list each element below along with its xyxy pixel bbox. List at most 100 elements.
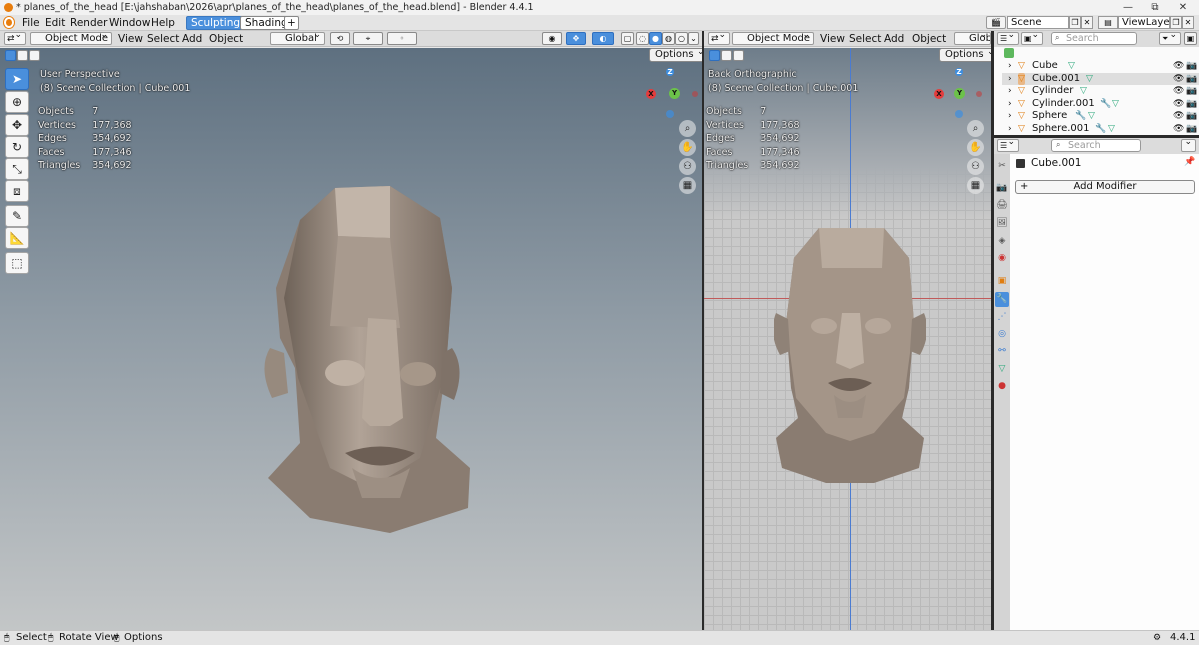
outliner-search-input[interactable]: Search [1051, 32, 1137, 45]
outliner-item-cube-001[interactable]: › ▽ Cube.001 ▽ 👁 📷 [1002, 72, 1199, 86]
zoom-icon[interactable]: ⌕ [679, 120, 696, 137]
neg-x-axis-handle[interactable] [692, 91, 698, 97]
view-layer-tab-icon[interactable]: 🖼 [995, 216, 1009, 231]
x-axis-handle[interactable]: X [646, 89, 656, 99]
viewport-menu-select[interactable]: Select [849, 32, 881, 46]
delete-scene-icon[interactable]: ✕ [1081, 16, 1093, 29]
move-tool-icon[interactable]: ✥ [5, 114, 29, 136]
z-axis-handle[interactable]: Z [955, 68, 963, 76]
tool-tab-icon[interactable]: ✂ [995, 159, 1009, 174]
expand-arrow-icon[interactable]: › [1008, 110, 1012, 123]
outliner-item-cylinder-001[interactable]: › ▽ Cylinder.001 🔧 ▽ 👁 📷 [1002, 98, 1199, 111]
expand-arrow-icon[interactable]: › [1008, 73, 1012, 86]
visibility-eye-icon[interactable]: 👁 [1173, 85, 1184, 98]
measure-tool-icon[interactable]: 📐 [5, 227, 29, 249]
gizmo-toggle-icon[interactable]: ✥ [566, 32, 586, 45]
select-tool-icon[interactable]: ➤ [5, 68, 29, 90]
new-scene-icon[interactable]: ❐ [1069, 16, 1081, 29]
add-cube-tool-icon[interactable]: ⬚ [5, 252, 29, 274]
render-camera-icon[interactable]: 📷 [1186, 98, 1197, 111]
render-camera-icon[interactable]: 📷 [1186, 60, 1197, 73]
add-modifier-button[interactable]: + Add Modifier [1015, 180, 1195, 194]
physics-tab-icon[interactable]: ◎ [995, 327, 1009, 342]
menu-edit[interactable]: Edit [45, 16, 65, 30]
visibility-icon[interactable]: ◉ [542, 32, 562, 45]
visibility-eye-icon[interactable]: 👁 [1173, 123, 1184, 136]
select-new-icon[interactable] [709, 50, 720, 61]
scale-tool-icon[interactable]: ⤡ [5, 158, 29, 180]
editor-type-dropdown[interactable]: ☰ [997, 30, 1019, 45]
annotate-tool-icon[interactable]: ✎ [5, 205, 29, 227]
material-tab-icon[interactable]: ● [995, 379, 1009, 394]
shading-wire-icon[interactable]: ◌ [636, 32, 649, 45]
outliner-item-cylinder[interactable]: › ▽ Cylinder ▽ 👁 📷 [1002, 85, 1199, 98]
new-view-layer-icon[interactable]: ❐ [1170, 16, 1182, 29]
visibility-eye-icon[interactable]: 👁 [1173, 60, 1184, 73]
constraints-tab-icon[interactable]: ⚯ [995, 344, 1009, 359]
perspective-grid-icon[interactable]: ▦ [679, 177, 696, 194]
neg-z-axis-handle[interactable] [666, 110, 674, 118]
expand-arrow-icon[interactable]: › [1008, 98, 1012, 111]
render-camera-icon[interactable]: 📷 [1186, 73, 1197, 86]
outliner-item-sphere[interactable]: › ▽ Sphere 🔧 ▽ 👁 📷 [1002, 110, 1199, 123]
expand-arrow-icon[interactable]: › [1008, 85, 1012, 98]
render-camera-icon[interactable]: 📷 [1186, 110, 1197, 123]
menu-render[interactable]: Render [70, 16, 107, 30]
select-extend-icon[interactable] [721, 50, 732, 61]
viewport-menu-select[interactable]: Select [147, 32, 179, 46]
minimize-button[interactable]: — [1117, 0, 1139, 15]
modifier-tab-icon[interactable]: 🔧 [995, 292, 1009, 307]
transform-tool-icon[interactable]: ⧈ [5, 180, 29, 202]
rotate-tool-icon[interactable]: ↻ [5, 136, 29, 158]
viewport-options-dropdown[interactable]: Options [649, 48, 702, 62]
add-workspace-button[interactable]: + [284, 16, 299, 30]
outliner-item-cube[interactable]: › ▽ Cube ▽ 👁 📷 [1002, 60, 1199, 73]
menu-help[interactable]: Help [151, 16, 175, 30]
y-axis-handle[interactable]: Y [669, 88, 680, 99]
xray-icon[interactable]: ▢ [621, 32, 634, 45]
editor-type-dropdown[interactable]: ⇄ [4, 30, 26, 45]
editor-type-dropdown[interactable]: ⇄ [708, 30, 730, 45]
shading-material-icon[interactable]: ◍ [662, 32, 675, 45]
menu-window[interactable]: Window [109, 16, 150, 30]
viewport-menu-object[interactable]: Object [209, 32, 243, 46]
visibility-eye-icon[interactable]: 👁 [1173, 98, 1184, 111]
head-sculpture-orthographic[interactable] [774, 223, 926, 485]
menu-file[interactable]: File [22, 16, 40, 30]
scene-name-field[interactable]: Scene [1007, 16, 1069, 29]
camera-view-icon[interactable]: ⚇ [679, 158, 696, 175]
viewport-menu-object[interactable]: Object [912, 32, 946, 46]
left-3d-viewport[interactable]: ➤ ⊕ ✥ ↻ ⤡ ⧈ ✎ 📐 ⬚ User Perspective (8) S… [0, 48, 702, 630]
head-sculpture-perspective[interactable] [240, 178, 480, 538]
output-tab-icon[interactable]: 🖨 [995, 198, 1009, 213]
overlay-toggle-icon[interactable]: ◐ [592, 32, 614, 45]
viewport-menu-view[interactable]: View [820, 32, 845, 46]
mode-dropdown[interactable]: Object Mode [30, 30, 112, 45]
filter-dropdown[interactable]: ⏷ [1159, 30, 1181, 45]
neg-x-axis-handle[interactable] [976, 91, 982, 97]
select-subtract-icon[interactable] [733, 50, 744, 61]
grid-view-icon[interactable]: ▦ [967, 177, 984, 194]
z-axis-handle[interactable]: Z [666, 68, 674, 76]
viewport-options-dropdown[interactable]: Options [939, 48, 991, 62]
pan-hand-icon[interactable]: ✋ [967, 139, 984, 156]
particles-tab-icon[interactable]: ⋰ [995, 310, 1009, 325]
right-3d-viewport[interactable]: ▸ Back Orthographic (8) Scene Collection… [704, 48, 991, 630]
mode-dropdown[interactable]: Object Mode [732, 30, 814, 45]
transform-orientation-dropdown[interactable]: Glob [954, 32, 991, 45]
y-axis-handle[interactable]: Y [954, 88, 965, 99]
pivot-icon[interactable]: ⟲ [330, 32, 350, 45]
editor-type-dropdown[interactable]: ☰ [997, 137, 1019, 152]
close-button[interactable]: ✕ [1172, 0, 1194, 15]
select-extend-icon[interactable] [17, 50, 28, 61]
neg-z-axis-handle[interactable] [955, 110, 963, 118]
shading-render-icon[interactable]: ○ [675, 32, 688, 45]
visibility-eye-icon[interactable]: 👁 [1173, 73, 1184, 86]
viewport-menu-add[interactable]: Add [182, 32, 202, 46]
scene-icon[interactable]: 🎬 [986, 16, 1006, 29]
shading-solid-icon[interactable]: ● [649, 32, 662, 45]
proportional-edit-icon[interactable]: ◦ [387, 32, 417, 45]
viewport-menu-add[interactable]: Add [884, 32, 904, 46]
zoom-icon[interactable]: ⌕ [967, 120, 984, 137]
pin-icon[interactable]: 📌 [1184, 157, 1195, 167]
